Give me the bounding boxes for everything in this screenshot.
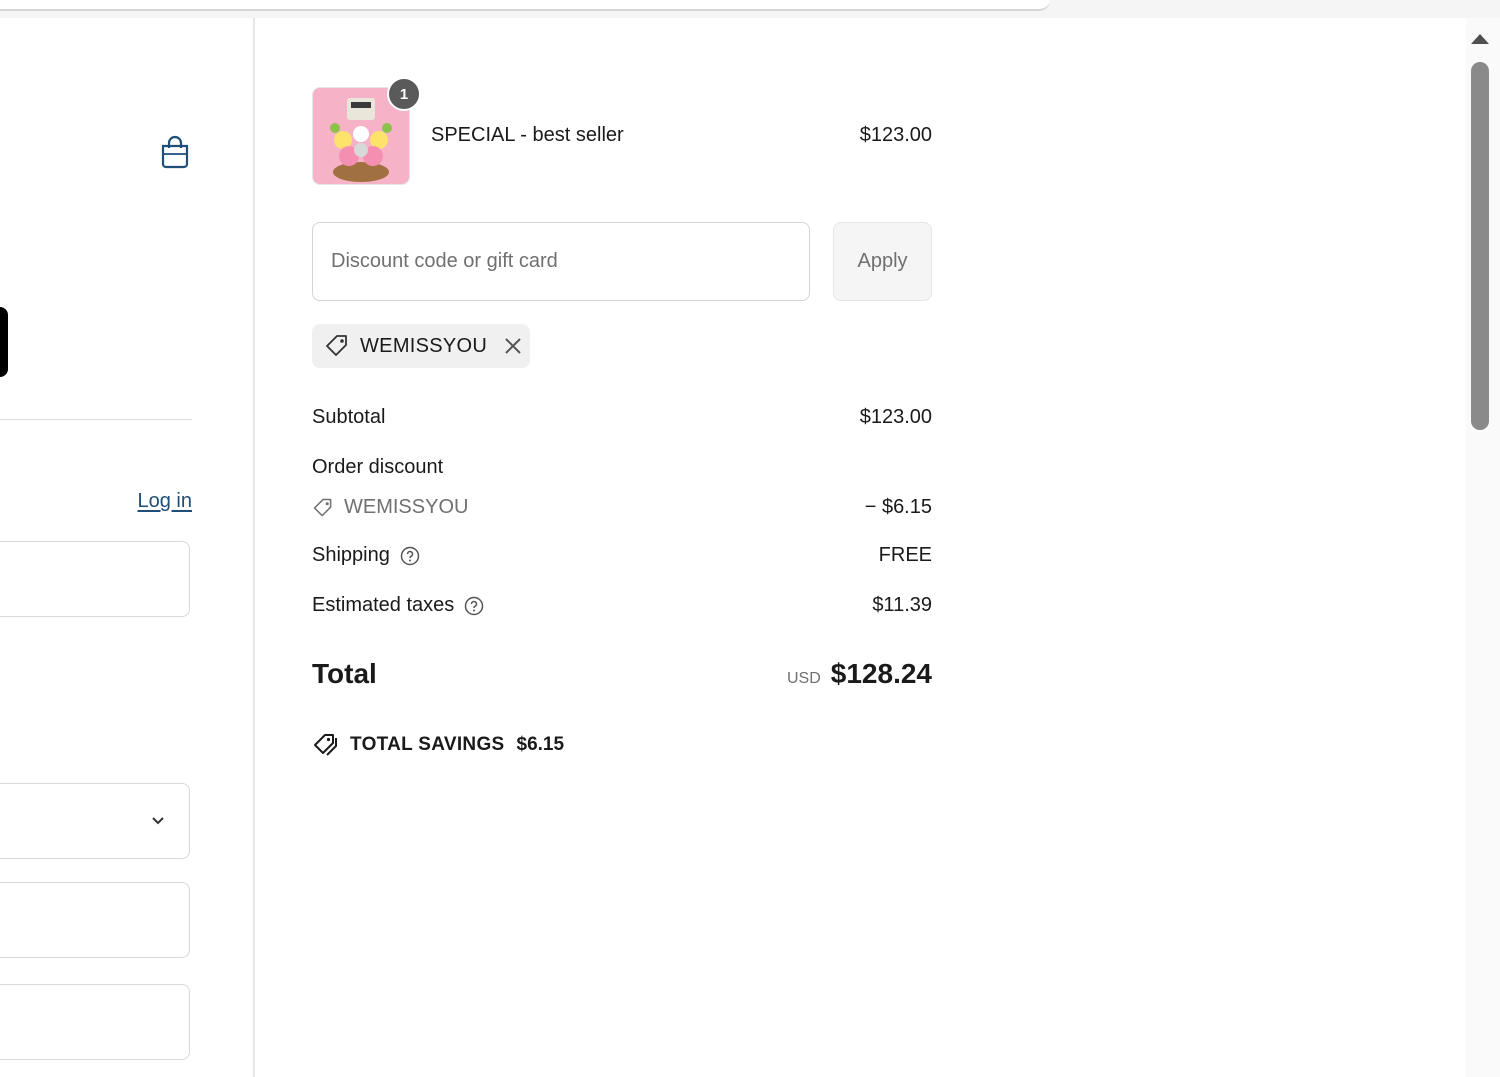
first-name-field[interactable] <box>0 882 190 958</box>
applied-discount-chip: WEMISSYOU <box>312 324 530 368</box>
email-field[interactable] <box>0 541 190 617</box>
apply-discount-button[interactable]: Apply <box>833 222 932 301</box>
checkout-form-column: Log in <box>0 18 255 1077</box>
subtotal-value: $123.00 <box>859 406 932 428</box>
savings-tag-icon <box>314 734 337 756</box>
tag-icon <box>326 335 347 356</box>
question-circle-icon[interactable] <box>464 596 484 616</box>
order-summary-column: 1 SPECIAL - best seller $123.00 Apply WE… <box>255 18 1466 1077</box>
scroll-up-arrow-icon[interactable] <box>1471 34 1489 44</box>
tag-icon <box>313 498 332 516</box>
product-name: SPECIAL - best seller <box>431 124 624 146</box>
total-savings: TOTAL SAVINGS $6.15 <box>312 732 564 758</box>
discount-code-input[interactable] <box>312 222 810 301</box>
close-icon[interactable] <box>503 336 523 356</box>
chevron-down-icon <box>152 817 164 825</box>
discount-value: − $6.15 <box>864 496 932 518</box>
shopping-bag-icon[interactable] <box>159 134 191 170</box>
taxes-value: $11.39 <box>872 594 932 616</box>
question-circle-icon[interactable] <box>400 546 420 566</box>
login-link[interactable]: Log in <box>138 490 193 513</box>
checkout-page: Log in 1 SPECIAL - best seller $123.00 D… <box>0 18 1466 1077</box>
savings-label: TOTAL SAVINGS <box>350 734 505 755</box>
section-divider <box>0 419 192 420</box>
total-label: Total <box>312 658 377 689</box>
subtotal-label: Subtotal <box>312 406 386 428</box>
product-price: $123.00 <box>859 124 932 146</box>
savings-value: $6.15 <box>516 734 565 755</box>
order-discount-label: Order discount <box>312 456 444 478</box>
scrollbar-thumb[interactable] <box>1471 62 1489 430</box>
applied-discount-code: WEMISSYOU <box>360 334 488 357</box>
currency-code: USD <box>787 670 821 687</box>
browser-top-strip <box>0 0 1050 11</box>
taxes-label: Estimated taxes <box>312 594 455 616</box>
discount-code-label: WEMISSYOU <box>344 496 469 518</box>
quantity-badge: 1 <box>387 77 421 111</box>
total-row: Total USD $128.24 <box>312 658 932 698</box>
product-thumbnail: 1 <box>312 77 421 185</box>
country-select[interactable] <box>0 783 190 859</box>
total-value: $128.24 <box>830 658 932 689</box>
address-field[interactable] <box>0 984 190 1060</box>
shipping-label: Shipping <box>312 544 390 566</box>
express-checkout-button[interactable] <box>0 307 8 377</box>
shipping-value: FREE <box>878 544 932 566</box>
